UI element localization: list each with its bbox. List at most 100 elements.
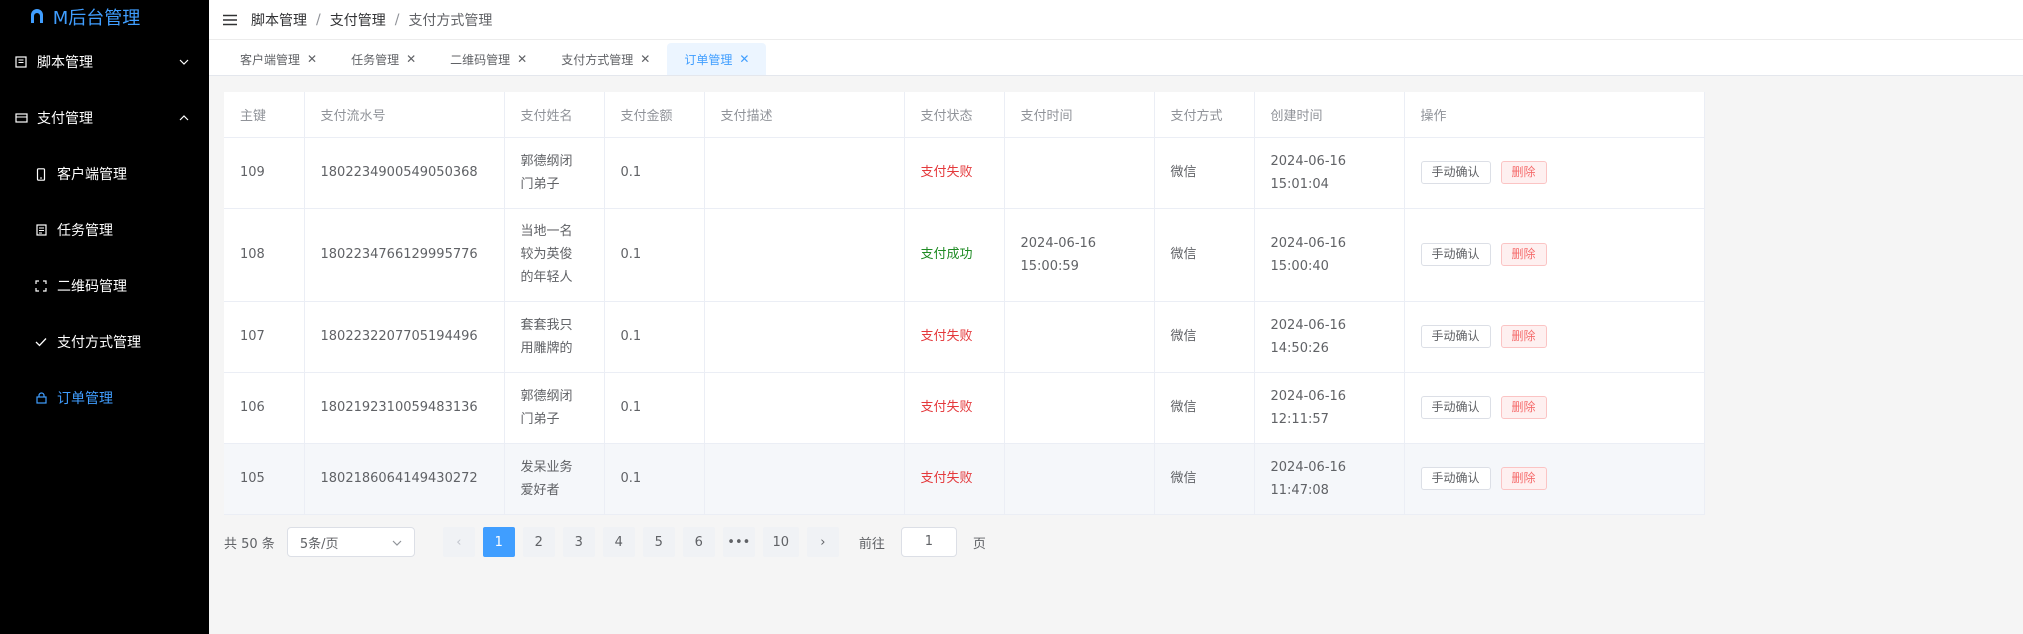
cell-status: 支付失败 xyxy=(904,137,1005,209)
check-icon xyxy=(34,335,48,349)
page-size-select[interactable]: 5条/页 xyxy=(286,527,415,557)
cell-create-time: 2024-06-16 15:01:04 xyxy=(1254,137,1405,209)
page-button[interactable]: 3 xyxy=(562,527,595,557)
delete-button[interactable]: 删除 xyxy=(1500,467,1547,490)
table-header: 主键 支付流水号 支付姓名 支付金额 支付描述 支付状态 支付时间 支付方式 创… xyxy=(224,92,1705,138)
column-header: 支付方式 xyxy=(1154,92,1255,138)
cell-create-time: 2024-06-16 14:50:26 xyxy=(1254,301,1405,373)
name-line: 用雕牌的 xyxy=(520,340,573,356)
cell-status: 支付成功 xyxy=(904,208,1005,302)
sidebar-item-payment-method[interactable]: 支付方式管理 xyxy=(0,314,209,370)
tab-orders[interactable]: 订单管理 ✕ xyxy=(667,43,767,75)
tags-bar: 客户端管理 ✕ 任务管理 ✕ 二维码管理 ✕ 支付方式管理 ✕ 订单管理 ✕ xyxy=(209,40,2023,76)
tab-task[interactable]: 任务管理 ✕ xyxy=(334,43,433,75)
close-icon[interactable]: ✕ xyxy=(307,53,317,65)
tab-label: 订单管理 xyxy=(684,52,733,67)
goto-page-input[interactable]: 1 xyxy=(900,527,957,557)
manual-confirm-button[interactable]: 手动确认 xyxy=(1420,467,1491,490)
header: 脚本管理 / 支付管理 / 支付方式管理 xyxy=(209,0,2023,40)
column-header: 操作 xyxy=(1404,92,1705,138)
breadcrumb-current: 支付方式管理 xyxy=(408,12,493,29)
cell-status: 支付失败 xyxy=(904,443,1005,515)
create-date: 2024-06-16 xyxy=(1270,153,1347,169)
name-line: 的年轻人 xyxy=(520,270,573,285)
main-area: 脚本管理 / 支付管理 / 支付方式管理 客户端管理 ✕ 任务管理 ✕ 二维码管理 ✕… xyxy=(209,0,2023,634)
manual-confirm-button[interactable]: 手动确认 xyxy=(1420,161,1491,184)
close-icon[interactable]: ✕ xyxy=(739,53,749,65)
cell-method: 微信 xyxy=(1154,208,1255,302)
cell-name: 套套我只 用雕牌的 xyxy=(504,301,605,373)
page-button[interactable]: 10 xyxy=(762,527,799,557)
create-clock: 15:00:40 xyxy=(1270,258,1329,274)
cell-status: 支付失败 xyxy=(904,372,1005,444)
cell-serial: 1802232207705194496 xyxy=(304,301,505,373)
page-button[interactable]: 5 xyxy=(642,527,675,557)
tab-qrcode[interactable]: 二维码管理 ✕ xyxy=(433,43,544,75)
close-icon[interactable]: ✕ xyxy=(640,53,650,65)
cell-amount: 0.1 xyxy=(604,301,705,373)
delete-button[interactable]: 删除 xyxy=(1500,396,1547,419)
name-line: 门弟子 xyxy=(520,411,560,427)
create-clock: 12:11:57 xyxy=(1270,411,1329,427)
page-size-value: 5条/页 xyxy=(299,536,339,552)
sidebar-item-script[interactable]: 脚本管理 xyxy=(0,34,209,90)
cell-desc xyxy=(704,372,905,444)
manual-confirm-button[interactable]: 手动确认 xyxy=(1420,325,1491,348)
sidebar-item-task[interactable]: 任务管理 xyxy=(0,202,209,258)
close-icon[interactable]: ✕ xyxy=(517,53,527,65)
manual-confirm-button[interactable]: 手动确认 xyxy=(1420,243,1491,266)
lock-icon xyxy=(34,391,48,405)
sidebar-item-label: 支付方式管理 xyxy=(57,335,141,351)
delete-button[interactable]: 删除 xyxy=(1500,243,1547,266)
cell-create-time: 2024-06-16 15:00:40 xyxy=(1254,208,1405,302)
cell-actions: 手动确认 删除 xyxy=(1404,372,1705,444)
cell-id: 105 xyxy=(224,443,305,515)
cell-pay-time xyxy=(1004,372,1155,444)
breadcrumb-separator: / xyxy=(316,11,321,28)
chevron-up-icon xyxy=(179,115,189,121)
manual-confirm-button[interactable]: 手动确认 xyxy=(1420,396,1491,419)
sidebar-item-orders[interactable]: 订单管理 xyxy=(0,370,209,426)
cell-serial: 1802234900549050368 xyxy=(304,137,505,209)
breadcrumb-item[interactable]: 脚本管理 xyxy=(251,10,307,30)
cell-actions: 手动确认 删除 xyxy=(1404,137,1705,209)
page-button[interactable]: 2 xyxy=(522,527,555,557)
sidebar-item-label: 订单管理 xyxy=(57,391,113,407)
sidebar-item-label: 支付管理 xyxy=(37,111,93,127)
sidebar-item-label: 脚本管理 xyxy=(37,55,93,71)
cell-amount: 0.1 xyxy=(604,372,705,444)
delete-button[interactable]: 删除 xyxy=(1500,161,1547,184)
pagination: 共 50 条 5条/页 ‹ 1 2 3 4 5 6 ••• 10 › 前往 1 … xyxy=(224,527,986,557)
cell-pay-time xyxy=(1004,443,1155,515)
name-line: 当地一名 xyxy=(520,224,573,239)
total-count: 共 50 条 xyxy=(224,536,275,552)
tab-label: 客户端管理 xyxy=(240,52,301,67)
sidebar-item-payment[interactable]: 支付管理 xyxy=(0,90,209,146)
cell-name: 郭德纲闭 门弟子 xyxy=(504,372,605,444)
page-button[interactable]: 6 xyxy=(682,527,715,557)
delete-button[interactable]: 删除 xyxy=(1500,325,1547,348)
pay-date: 2024-06-16 xyxy=(1020,235,1097,251)
create-date: 2024-06-16 xyxy=(1270,317,1347,333)
sidebar-item-label: 客户端管理 xyxy=(57,167,127,183)
cell-desc xyxy=(704,208,905,302)
script-icon xyxy=(14,55,28,69)
hamburger-icon[interactable] xyxy=(223,14,237,26)
breadcrumb-item[interactable]: 支付管理 xyxy=(330,10,386,30)
sidebar-item-client[interactable]: 客户端管理 xyxy=(0,146,209,202)
close-icon[interactable]: ✕ xyxy=(406,53,416,65)
column-header: 主键 xyxy=(224,92,305,138)
tab-payment-method[interactable]: 支付方式管理 ✕ xyxy=(544,43,667,75)
next-page-button[interactable]: › xyxy=(806,527,839,557)
prev-page-button[interactable]: ‹ xyxy=(442,527,475,557)
cell-desc xyxy=(704,301,905,373)
create-clock: 11:47:08 xyxy=(1270,482,1329,498)
page-button[interactable]: 1 xyxy=(482,527,515,557)
name-line: 郭德纲闭 xyxy=(520,153,573,169)
sidebar-item-qrcode[interactable]: 二维码管理 xyxy=(0,258,209,314)
more-pages-button[interactable]: ••• xyxy=(722,527,755,557)
pay-clock: 15:00:59 xyxy=(1020,258,1079,274)
tab-client[interactable]: 客户端管理 ✕ xyxy=(223,43,334,75)
table-row: 108 1802234766129995776 当地一名 较为英俊 的年轻人 0.1… xyxy=(224,208,1705,302)
page-button[interactable]: 4 xyxy=(602,527,635,557)
